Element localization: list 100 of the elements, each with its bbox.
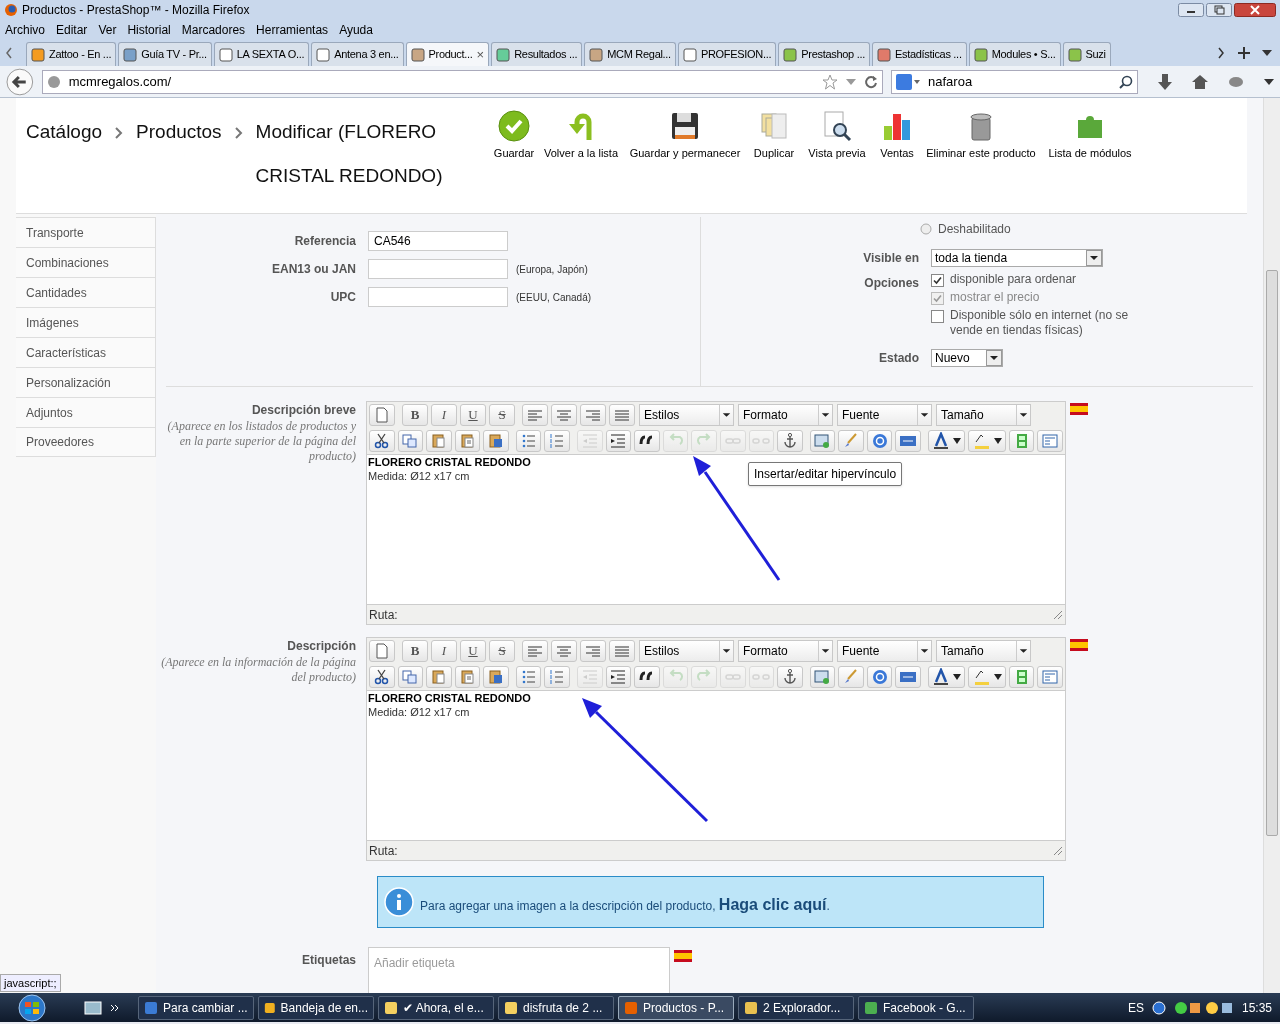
format-button[interactable]: U — [460, 640, 486, 662]
browser-tab[interactable]: Antena 3 en... — [311, 42, 404, 66]
sidebar-item[interactable]: Proveedores — [16, 427, 156, 457]
toolbar-button[interactable] — [968, 430, 1006, 452]
browser-tab[interactable]: Prestashop ... — [778, 42, 870, 66]
reload-icon[interactable] — [864, 74, 878, 89]
format-button[interactable]: I — [431, 640, 457, 662]
search-field[interactable]: nafaroa — [891, 69, 1138, 94]
scroll-left-icon[interactable] — [4, 46, 14, 60]
toolbar-button[interactable] — [369, 430, 395, 452]
toolbar-action[interactable]: Ventas — [880, 110, 914, 213]
align-button[interactable] — [522, 404, 548, 426]
toolbar-action[interactable]: Eliminar este producto — [928, 110, 1034, 213]
toolbar-dropdown[interactable]: Fuente — [837, 404, 932, 426]
language-indicator[interactable]: ES — [1127, 998, 1144, 1017]
menu-item[interactable]: Editar — [56, 21, 88, 39]
new-tab-icon[interactable] — [1238, 47, 1250, 59]
toolbar-button[interactable] — [369, 666, 395, 688]
menu-item[interactable]: Marcadores — [181, 21, 246, 39]
toolbar-dropdown[interactable]: Fuente — [837, 640, 932, 662]
caret-icon[interactable] — [1262, 50, 1272, 56]
browser-tab[interactable]: Suzi — [1062, 42, 1111, 66]
sidebar-item[interactable]: Transporte — [16, 217, 156, 247]
sidebar-item[interactable]: Combinaciones — [16, 247, 156, 277]
menu-item[interactable]: Archivo — [5, 21, 45, 39]
tray-icons-drawing[interactable] — [1173, 1000, 1234, 1015]
clock[interactable]: 15:35 — [1241, 998, 1272, 1017]
toolbar-button[interactable] — [928, 666, 966, 688]
breadcrumb-link[interactable]: Productos — [136, 120, 222, 144]
text-field[interactable] — [368, 259, 508, 279]
flag-icon[interactable] — [1070, 639, 1088, 651]
flag-icon[interactable] — [1070, 403, 1088, 415]
minimize-icon[interactable] — [1178, 3, 1204, 17]
chevron-icon[interactable] — [110, 1002, 120, 1013]
taskbar-button[interactable]: disfruta de 2 ... — [498, 995, 614, 1020]
taskbar-button[interactable]: Facebook - G... — [858, 995, 974, 1020]
caret-icon[interactable] — [1264, 78, 1274, 85]
sidebar-item[interactable]: Imágenes — [16, 307, 156, 337]
download-icon[interactable] — [1158, 73, 1172, 90]
format-button[interactable]: B — [402, 404, 428, 426]
radio-button[interactable] — [920, 223, 932, 235]
scrollbar[interactable] — [1263, 98, 1280, 993]
address-bar[interactable]: mcmregalos.com/ — [41, 69, 883, 94]
taskbar-button[interactable]: Productos - P... — [618, 995, 734, 1020]
align-button[interactable] — [580, 404, 606, 426]
text-field[interactable]: CA546 — [368, 231, 508, 251]
format-button[interactable]: I — [431, 404, 457, 426]
toolbar-button[interactable] — [777, 666, 803, 688]
menu-item[interactable]: Herramientas — [256, 21, 329, 39]
browser-tab[interactable]: Resultados ... — [491, 42, 583, 66]
format-button[interactable]: S — [489, 640, 515, 662]
home-icon[interactable] — [1192, 73, 1208, 90]
toolbar-action[interactable]: Lista de módulos — [1048, 110, 1132, 213]
resize-handle-icon[interactable] — [1053, 845, 1063, 856]
taskbar-button[interactable]: Para cambiar ... — [138, 995, 254, 1020]
format-button[interactable]: B — [402, 640, 428, 662]
toolbar-action[interactable]: Duplicar — [754, 110, 794, 213]
text-field[interactable] — [368, 287, 508, 307]
resize-handle-icon[interactable] — [1053, 609, 1063, 620]
taskbar-button[interactable]: 2 Explorador... — [738, 995, 854, 1020]
select-field[interactable]: Nuevo — [931, 349, 1003, 367]
checkbox[interactable] — [931, 274, 944, 287]
toolbar-dropdown[interactable]: Formato — [738, 404, 833, 426]
toolbar-dropdown[interactable]: Tamaño — [936, 640, 1031, 662]
toolbar-dropdown[interactable]: Tamaño — [936, 404, 1031, 426]
rich-text-editor[interactable]: B I U S Estilos Formato Fuente Tamaño FLORERO CRISTAL REDONDO Medida: Ø12 x17 cm Ruta: — [366, 637, 1066, 861]
toolbar-button[interactable] — [634, 430, 660, 452]
toolbar-button[interactable] — [634, 666, 660, 688]
select-field[interactable]: toda la tienda — [931, 249, 1103, 267]
tag-input[interactable]: Añadir etiqueta — [374, 954, 474, 972]
breadcrumb-link[interactable]: Catálogo — [26, 120, 103, 144]
menu-item[interactable]: Historial — [127, 21, 171, 39]
sidebar-item[interactable]: Características — [16, 337, 156, 367]
restore-icon[interactable] — [1206, 3, 1232, 17]
browser-tab[interactable]: Zattoo - En ... — [26, 42, 117, 66]
browser-tab[interactable]: MCM Regal... — [584, 42, 676, 66]
toolbar-dropdown[interactable]: Estilos — [639, 404, 734, 426]
toolbar-button[interactable] — [968, 666, 1006, 688]
taskbar-button[interactable]: Bandeja de en... — [258, 995, 374, 1020]
toolbar-button[interactable] — [777, 430, 803, 452]
flag-icon[interactable] — [674, 950, 692, 962]
search-icon[interactable] — [1119, 74, 1133, 89]
toolbar-button[interactable] — [928, 430, 966, 452]
format-button[interactable]: U — [460, 404, 486, 426]
align-button[interactable] — [522, 640, 548, 662]
toolbar-dropdown[interactable]: Estilos — [639, 640, 734, 662]
tags-field[interactable]: Añadir etiqueta — [368, 947, 670, 993]
scroll-right-icon[interactable] — [1216, 46, 1226, 60]
star-icon[interactable] — [822, 73, 838, 90]
show-desktop-icon[interactable] — [84, 999, 102, 1016]
browser-tab[interactable]: Product... × — [405, 42, 490, 66]
close-icon[interactable] — [1234, 3, 1276, 17]
toolbar-action[interactable]: Guardar y permanecer — [630, 110, 740, 213]
menu-item[interactable]: Ayuda — [339, 21, 373, 39]
browser-tab[interactable]: Guía TV - Pr... — [118, 42, 212, 66]
align-button[interactable] — [551, 640, 577, 662]
browser-tab[interactable]: Estadísticas ... — [871, 42, 967, 66]
align-button[interactable] — [580, 640, 606, 662]
search-engine-icon[interactable] — [896, 73, 920, 90]
checkbox[interactable] — [931, 310, 944, 323]
